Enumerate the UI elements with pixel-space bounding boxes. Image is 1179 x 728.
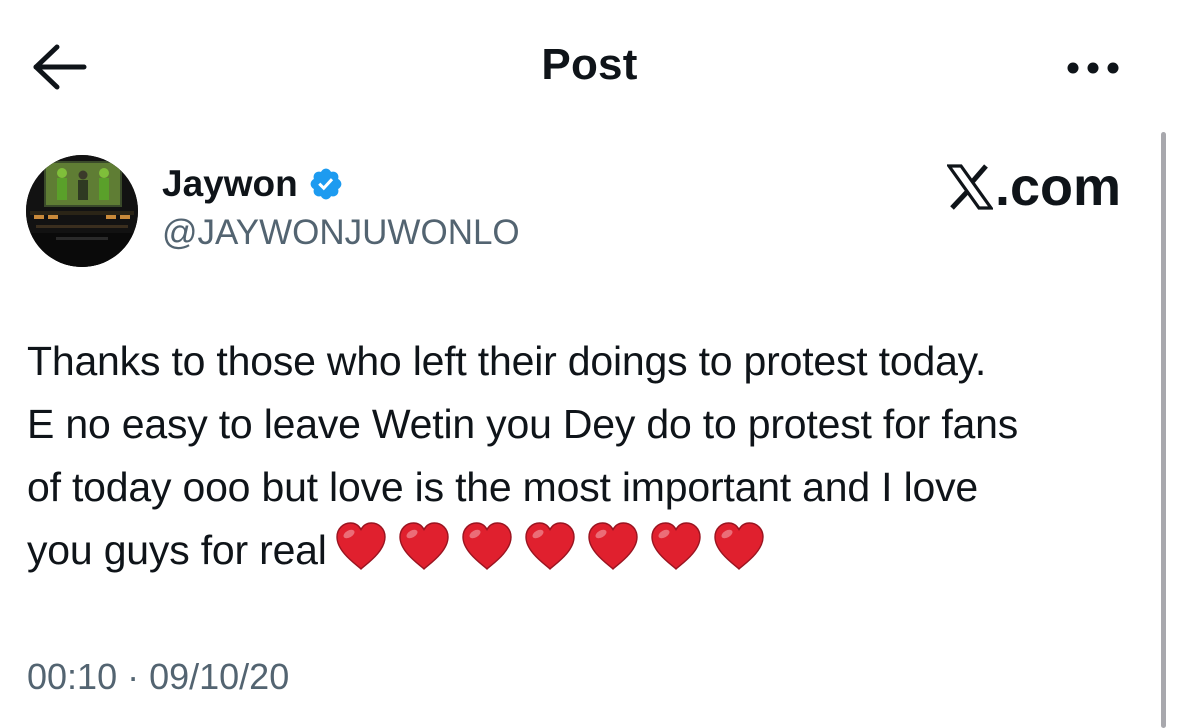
heart-emoji-icon [459,520,515,572]
x-logo-icon [946,163,993,211]
page-title: Post [541,40,638,89]
heart-emoji-icon [585,520,641,572]
author-display-name[interactable]: Jaywon [162,163,344,205]
verified-badge-icon [308,166,344,202]
more-horizontal-icon [1062,56,1124,80]
heart-emoji-icon [333,520,389,572]
tweet-line: of today ooo but love is the most import… [27,464,978,510]
tweet-line: Thanks to those who left their doings to… [27,338,987,384]
tweet-line-last: you guys for real [27,519,1137,590]
heart-emoji-icon [396,520,452,572]
tweet-line: E no easy to leave Wetin you Dey do to p… [27,401,1019,447]
tweet-line: you guys for real [27,527,327,573]
post-timestamp[interactable]: 00:10 · 09/10/20 [27,655,289,699]
post-page: Post Jaywon @JAYWONJUWONLO .com Thanks t… [0,0,1179,728]
tweet-text: Thanks to those who left their doings to… [27,330,1137,590]
heart-emoji-icon [522,520,578,572]
heart-emoji-icon [648,520,704,572]
heart-emoji-group [333,520,774,590]
avatar[interactable] [26,155,138,267]
more-options-button[interactable] [1062,56,1124,80]
scrollbar[interactable] [1161,132,1166,728]
heart-emoji-icon [711,520,767,572]
source-watermark: .com [946,157,1121,217]
source-label: .com [994,157,1121,217]
display-name-text: Jaywon [162,163,298,204]
author-handle[interactable]: @JAYWONJUWONLO [162,212,520,254]
